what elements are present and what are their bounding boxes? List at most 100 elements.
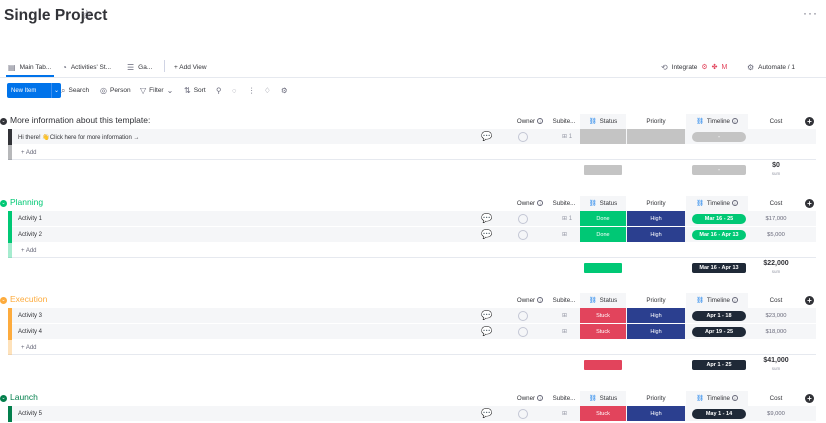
- cost-cell[interactable]: $23,000: [748, 313, 804, 319]
- cost-cell[interactable]: $18,000: [748, 329, 804, 335]
- hide-icon[interactable]: ◌: [232, 83, 236, 98]
- column-header-status[interactable]: ⛓ Status: [580, 293, 626, 308]
- column-header-cost[interactable]: Cost: [750, 196, 802, 211]
- add-item-row[interactable]: [8, 243, 816, 258]
- owner-avatar-icon[interactable]: [518, 214, 528, 224]
- subitems-cell[interactable]: ⊞: [562, 231, 567, 238]
- info-icon[interactable]: i: [732, 297, 738, 304]
- person-filter-button[interactable]: ◎ Person: [100, 83, 131, 98]
- add-item-label[interactable]: + Add: [21, 345, 37, 351]
- subitems-cell[interactable]: ⊞: [562, 312, 567, 319]
- integrate-button[interactable]: ⟲ Integrate ⚙ ✤ M: [661, 58, 727, 76]
- status-cell[interactable]: Done: [580, 211, 626, 226]
- group-collapse-icon[interactable]: ⌄: [0, 118, 7, 125]
- update-bubble-icon[interactable]: 💬: [481, 326, 492, 337]
- automate-button[interactable]: ⚙ Automate / 1: [747, 58, 795, 76]
- timeline-pill[interactable]: Mar 16 - Apr 13: [692, 230, 746, 240]
- column-header-priority[interactable]: Priority: [627, 196, 685, 211]
- column-header-subitems[interactable]: Subite...: [548, 196, 580, 211]
- timeline-pill[interactable]: Mar 16 - 25: [692, 214, 746, 224]
- add-item-label[interactable]: + Add: [21, 150, 37, 156]
- group-collapse-icon[interactable]: ⌄: [0, 395, 7, 402]
- cost-cell[interactable]: $9,000: [748, 411, 804, 417]
- owner-avatar-icon[interactable]: [518, 327, 528, 337]
- filter-button[interactable]: ▽ Filter ⌄: [140, 83, 173, 98]
- owner-avatar-icon[interactable]: [518, 230, 528, 240]
- column-header-priority[interactable]: Priority: [627, 114, 685, 129]
- chevron-down-icon[interactable]: ⌄: [51, 83, 61, 98]
- item-name[interactable]: Activity 5: [18, 411, 42, 417]
- item-name[interactable]: Activity 2: [18, 232, 42, 238]
- add-column-button[interactable]: +: [805, 117, 814, 126]
- group-title[interactable]: Launch: [10, 392, 38, 402]
- owner-avatar-icon[interactable]: [518, 311, 528, 321]
- info-icon[interactable]: i: [537, 118, 544, 125]
- column-header-owner[interactable]: Owner i: [510, 114, 550, 129]
- priority-cell[interactable]: High: [627, 308, 685, 323]
- row-height-icon[interactable]: ⋮: [248, 83, 256, 98]
- tab-activities-status[interactable]: ◔ Activities' St...: [62, 58, 111, 76]
- more-options-icon[interactable]: ···: [803, 6, 818, 20]
- update-bubble-icon[interactable]: 💬: [481, 213, 492, 224]
- pin-icon[interactable]: ⚲: [216, 83, 222, 98]
- priority-cell[interactable]: High: [627, 227, 685, 242]
- update-bubble-icon[interactable]: 💬: [481, 310, 492, 321]
- subitems-cell[interactable]: ⊞: [562, 328, 567, 335]
- subitems-cell[interactable]: ⊞: [562, 410, 567, 417]
- priority-cell[interactable]: [627, 129, 685, 144]
- timeline-pill[interactable]: -: [692, 132, 746, 142]
- column-header-cost[interactable]: Cost: [750, 293, 802, 308]
- item-name[interactable]: Activity 1: [18, 216, 42, 222]
- info-icon[interactable]: i: [732, 395, 738, 402]
- timeline-pill[interactable]: Apr 19 - 25: [692, 327, 746, 337]
- new-item-button[interactable]: New Item: [7, 83, 51, 98]
- add-column-button[interactable]: +: [805, 296, 814, 305]
- info-icon[interactable]: i: [537, 200, 544, 207]
- add-item-label[interactable]: + Add: [21, 248, 37, 254]
- owner-avatar-icon[interactable]: [518, 132, 528, 142]
- status-cell[interactable]: Done: [580, 227, 626, 242]
- subitems-cell[interactable]: ⊞ 1: [562, 215, 572, 222]
- item-name[interactable]: Activity 4: [18, 329, 42, 335]
- column-header-timeline[interactable]: ⛓ Timeline i: [686, 293, 748, 308]
- column-header-status[interactable]: ⛓ Status: [580, 391, 626, 406]
- search-button[interactable]: ⌕ Search: [61, 83, 89, 98]
- sort-button[interactable]: ⇅ Sort: [184, 83, 206, 98]
- owner-avatar-icon[interactable]: [518, 409, 528, 419]
- column-header-cost[interactable]: Cost: [750, 114, 802, 129]
- column-header-owner[interactable]: Owner i: [510, 196, 550, 211]
- star-icon[interactable]: ☆: [81, 7, 93, 23]
- group-collapse-icon[interactable]: ⌄: [0, 297, 7, 304]
- column-header-timeline[interactable]: ⛓ Timeline i: [686, 196, 748, 211]
- info-icon[interactable]: i: [537, 297, 544, 304]
- column-header-status[interactable]: ⛓ Status: [580, 196, 626, 211]
- info-icon[interactable]: i: [732, 200, 738, 207]
- column-header-owner[interactable]: Owner i: [510, 391, 550, 406]
- priority-cell[interactable]: High: [627, 406, 685, 421]
- column-header-subitems[interactable]: Subite...: [548, 114, 580, 129]
- tab-main-table[interactable]: ▤ Main Tab...: [8, 58, 51, 76]
- update-bubble-icon[interactable]: 💬: [481, 229, 492, 240]
- status-cell[interactable]: Stuck: [580, 308, 626, 323]
- status-cell[interactable]: Stuck: [580, 406, 626, 421]
- add-column-button[interactable]: +: [805, 199, 814, 208]
- add-column-button[interactable]: +: [805, 394, 814, 403]
- column-header-status[interactable]: ⛓ Status: [580, 114, 626, 129]
- cost-cell[interactable]: $17,000: [748, 216, 804, 222]
- group-title[interactable]: More information about this template:: [10, 115, 150, 125]
- status-cell[interactable]: Stuck: [580, 324, 626, 339]
- subitems-cell[interactable]: ⊞ 1: [562, 133, 572, 140]
- group-title[interactable]: Execution: [10, 294, 47, 304]
- add-item-row[interactable]: [8, 145, 816, 160]
- update-bubble-icon[interactable]: 💬: [481, 408, 492, 419]
- timeline-pill[interactable]: Apr 1 - 18: [692, 311, 746, 321]
- priority-cell[interactable]: High: [627, 211, 685, 226]
- column-header-priority[interactable]: Priority: [627, 293, 685, 308]
- timeline-pill[interactable]: May 1 - 14: [692, 409, 746, 419]
- status-cell[interactable]: [580, 129, 626, 144]
- item-name[interactable]: Hi there! 👋Click here for more informati…: [18, 134, 140, 141]
- add-item-row[interactable]: [8, 340, 816, 355]
- tab-gantt[interactable]: ☰ Ga...: [127, 58, 152, 76]
- settings-icon[interactable]: ⚙: [281, 83, 288, 98]
- column-header-owner[interactable]: Owner i: [510, 293, 550, 308]
